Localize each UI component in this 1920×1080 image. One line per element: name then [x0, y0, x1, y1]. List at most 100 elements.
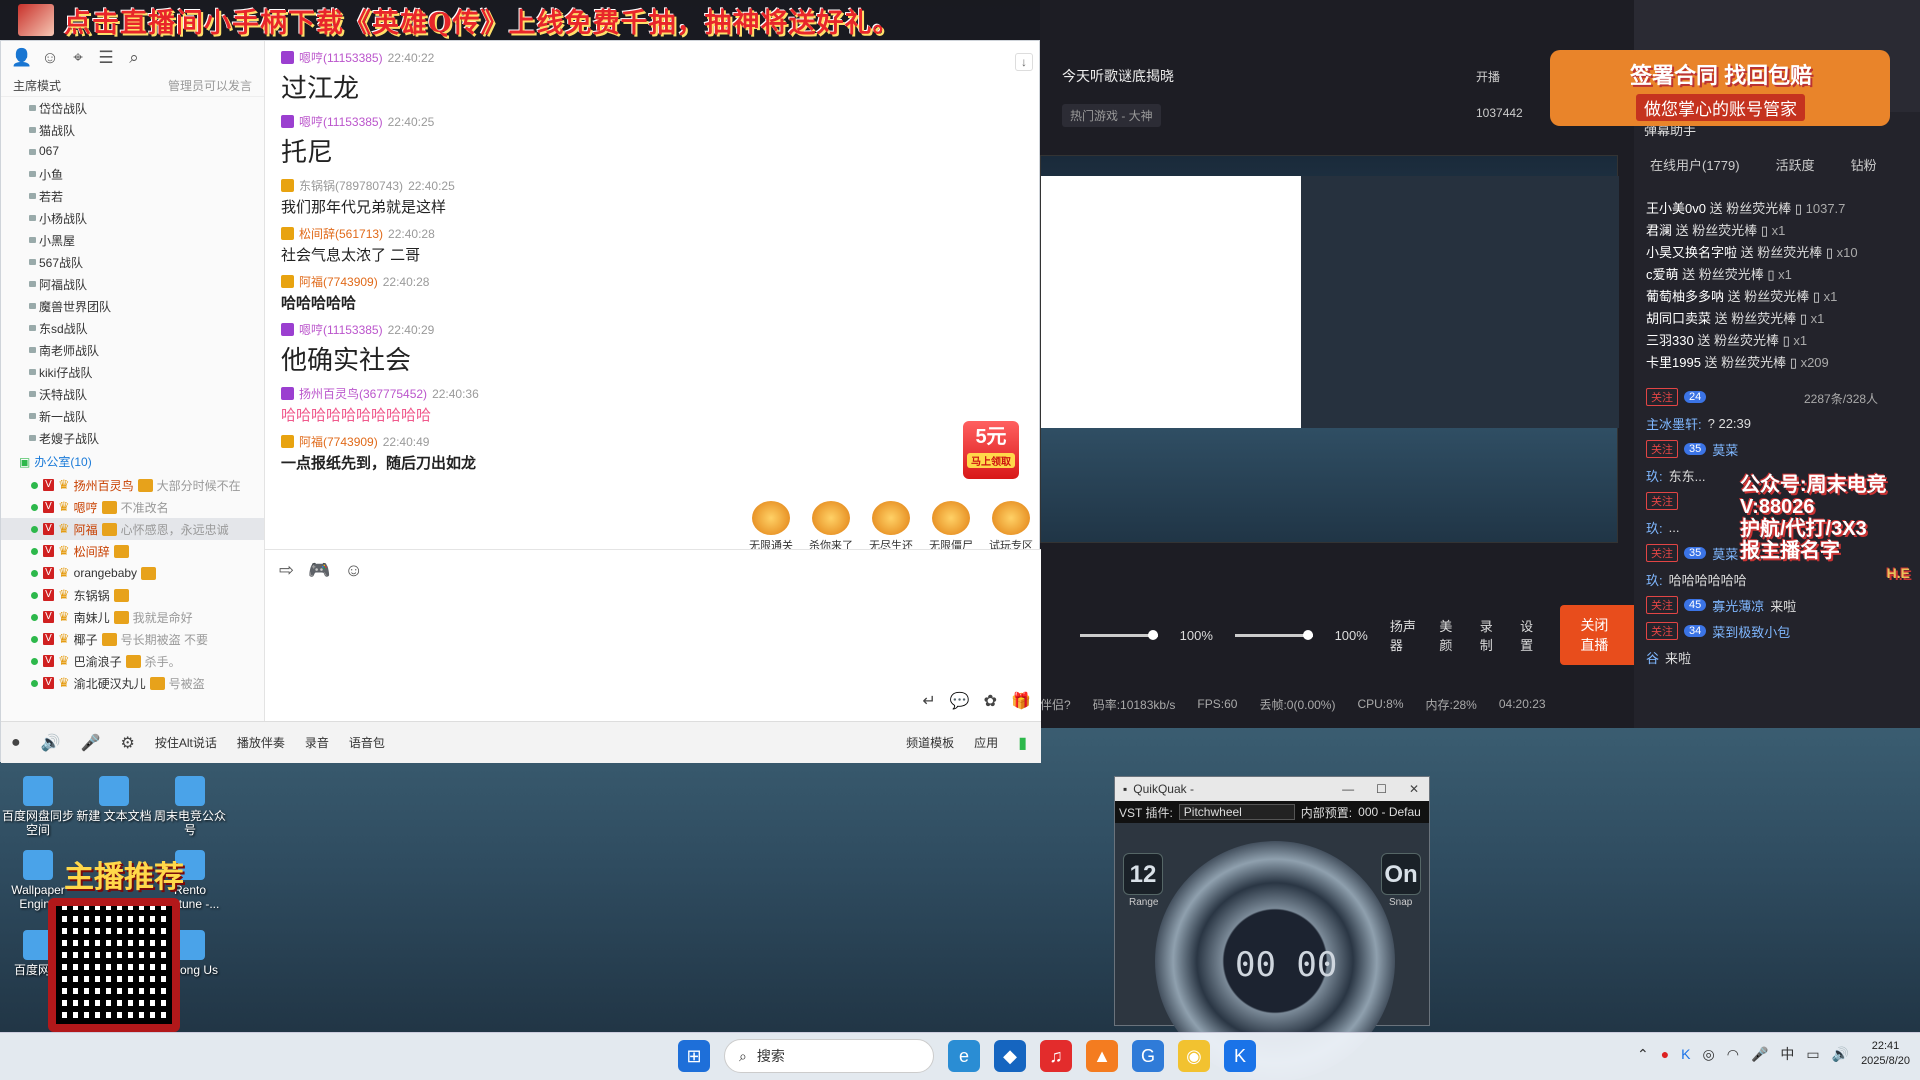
k-app-icon[interactable]: K — [1224, 1040, 1256, 1072]
start-icon[interactable]: ⊞ — [678, 1040, 710, 1072]
channel-item[interactable]: 东sd战队 — [1, 317, 264, 339]
flower-icon[interactable]: ✿ — [984, 691, 997, 711]
gift-sender[interactable]: 葡萄柚多多呐 — [1646, 289, 1724, 304]
member-item[interactable]: V ♛ 扬州百灵鸟 大部分时候不在 — [1, 474, 264, 496]
beauty-control[interactable]: 美颜 — [1439, 616, 1457, 654]
stream-title[interactable]: 今天听歌谜底揭晓 — [1062, 66, 1174, 86]
close-live-button[interactable]: 关闭直播 — [1560, 605, 1640, 665]
gift-icon[interactable]: 🎁 — [1011, 691, 1031, 711]
chat-user[interactable]: 嗯哼(11153385) — [299, 113, 383, 130]
channel-item[interactable]: 沃特战队 — [1, 383, 264, 405]
send-icon[interactable]: ↵ — [922, 691, 935, 711]
follow-tag[interactable]: 关注 — [1646, 544, 1678, 562]
minimize-icon[interactable]: — — [1342, 782, 1354, 796]
channel-item[interactable]: 小杨战队 — [1, 207, 264, 229]
accompany-button[interactable]: 播放伴奏 — [237, 734, 285, 751]
speaker-icon[interactable]: 🔊 — [41, 733, 61, 753]
chat-user[interactable]: 阿福(7743909) — [299, 273, 378, 290]
game-shortcut[interactable]: 无限僵尸 — [925, 501, 977, 553]
chat-user[interactable]: 松间辞(561713) — [299, 225, 383, 242]
search-icon[interactable]: ⌕ — [125, 48, 143, 67]
game-shortcut[interactable]: 无限通关 — [745, 501, 797, 553]
app-icon[interactable]: ◆ — [994, 1040, 1026, 1072]
record-control[interactable]: 录制 — [1480, 616, 1498, 654]
mic-tray-icon[interactable]: 🎤 — [1751, 1046, 1768, 1063]
channel-item[interactable]: kiki仔战队 — [1, 361, 264, 383]
gift-sender[interactable]: 胡同口卖菜 — [1646, 311, 1711, 326]
wifi-icon[interactable]: ◠ — [1727, 1046, 1739, 1063]
follow-tag[interactable]: 关注 — [1646, 596, 1678, 614]
friends-icon[interactable]: ☺ — [41, 48, 59, 67]
member-item[interactable]: V ♛ 松间辞 — [1, 540, 264, 562]
danmaku-user[interactable]: 寡光薄凉 — [1712, 596, 1764, 615]
network-icon[interactable]: ▭ — [1806, 1046, 1819, 1063]
volume-slider-1[interactable] — [1080, 629, 1158, 640]
apps-button[interactable]: 应用 — [974, 734, 998, 751]
tab-diamond-fans[interactable]: 钻粉 — [1851, 155, 1877, 181]
ime-indicator[interactable]: 中 — [1780, 1044, 1794, 1064]
mode-dropdown[interactable]: 主席模式 — [13, 77, 61, 94]
volume-slider-2[interactable] — [1234, 629, 1313, 640]
stream-category[interactable]: 热门游戏 - 大神 — [1062, 104, 1161, 127]
clock[interactable]: 22:41 2025/8/20 — [1861, 1039, 1910, 1069]
danmaku-user[interactable]: 玖: — [1646, 518, 1663, 537]
danmaku-user[interactable]: 玖: — [1646, 570, 1663, 589]
message-input-area[interactable]: ⇨ 🎮 ☺ ↵ 💬 ✿ 🎁 — [265, 549, 1041, 721]
edge-icon[interactable]: e — [948, 1040, 980, 1072]
channel-item[interactable]: 小黑屋 — [1, 229, 264, 251]
follow-tag[interactable]: 关注 — [1646, 388, 1678, 406]
gamepad-icon[interactable]: 🎮 — [308, 560, 330, 581]
danmaku-user[interactable]: 谷 — [1646, 648, 1659, 667]
snap-toggle[interactable]: On — [1381, 853, 1421, 895]
close-icon[interactable]: ✕ — [1409, 782, 1419, 796]
danmaku-user[interactable]: 菜到极致小包 — [1712, 622, 1790, 641]
member-item[interactable]: V ♛ 椰子 号长期被盗 不要 — [1, 628, 264, 650]
gift-sender[interactable]: 三羽330 — [1646, 333, 1694, 348]
app-orange-icon[interactable]: ▲ — [1086, 1040, 1118, 1072]
tray-app-icon[interactable]: ● — [1661, 1046, 1669, 1062]
scroll-down-icon[interactable]: ↓ — [1015, 53, 1033, 71]
steam-icon[interactable]: ◎ — [1703, 1046, 1715, 1063]
volume-icon[interactable]: 🔊 — [1832, 1046, 1849, 1063]
mixer-icon[interactable]: ⚙ — [121, 733, 135, 753]
maximize-icon[interactable]: ☐ — [1376, 782, 1387, 796]
danmaku-user[interactable]: 莫菜 — [1712, 440, 1738, 459]
channel-item[interactable]: 南老师战队 — [1, 339, 264, 361]
desktop-icon[interactable]: 周末电竞公众号 — [152, 776, 228, 837]
plugin-field[interactable]: Pitchwheel — [1178, 804, 1295, 820]
channel-item[interactable]: 若若 — [1, 185, 264, 207]
member-item[interactable]: V ♛ 阿福 心怀感恩，永远忠诚 — [1, 518, 264, 540]
channel-item[interactable]: 猫战队 — [1, 119, 264, 141]
gift-sender[interactable]: c爱萌 — [1646, 267, 1679, 282]
desktop-icon[interactable]: 百度网盘同步空间 — [0, 776, 76, 837]
channel-item[interactable]: 老嫂子战队 — [1, 427, 264, 449]
office-channel[interactable]: ▣ 办公室(10) — [1, 449, 264, 474]
share-icon[interactable]: ⇨ — [279, 560, 294, 581]
user-icon[interactable]: 👤 — [11, 48, 32, 67]
notes-icon[interactable]: ☰ — [97, 48, 115, 67]
chat-user[interactable]: 东锅锅(789780743) — [299, 177, 403, 194]
chat-bubble-icon[interactable]: 💬 — [950, 691, 970, 711]
member-item[interactable]: V ♛ 渝北硬汉丸儿 号被盗 — [1, 672, 264, 694]
chat-user[interactable]: 扬州百灵鸟(367775452) — [299, 385, 427, 402]
channel-item[interactable]: 567战队 — [1, 251, 264, 273]
member-item[interactable]: V ♛ 南妹儿 我就是命好 — [1, 606, 264, 628]
gift-sender[interactable]: 王小美0v0 — [1646, 201, 1706, 216]
channel-item[interactable]: 小鱼 — [1, 163, 264, 185]
game-shortcut[interactable]: 杀你来了 — [805, 501, 857, 553]
danmaku-user[interactable]: 主冰墨轩: — [1646, 414, 1702, 433]
tab-online-users[interactable]: 在线用户(1779) — [1650, 155, 1740, 181]
game-shortcut[interactable]: 无尽生还 — [865, 501, 917, 553]
voice-pack-button[interactable]: 语音包 — [349, 734, 385, 751]
yy-icon[interactable]: ◉ — [1178, 1040, 1210, 1072]
chat-user[interactable]: 嗯哼(11153385) — [299, 49, 383, 66]
game-shortcut[interactable]: 试玩专区 — [985, 501, 1037, 553]
account-service-ad[interactable]: 签署合同 找回包赔 做您掌心的账号管家 — [1550, 50, 1890, 126]
stream-preview[interactable] — [1040, 155, 1619, 543]
range-knob[interactable]: 12 — [1123, 853, 1163, 895]
channel-template-button[interactable]: 频道模板 — [906, 734, 954, 751]
danmaku-user[interactable]: 莫菜 — [1712, 544, 1738, 563]
location-icon[interactable]: ⌖ — [69, 48, 87, 67]
member-item[interactable]: V ♛ 东锅锅 — [1, 584, 264, 606]
gift-sender[interactable]: 君澜 — [1646, 223, 1672, 238]
